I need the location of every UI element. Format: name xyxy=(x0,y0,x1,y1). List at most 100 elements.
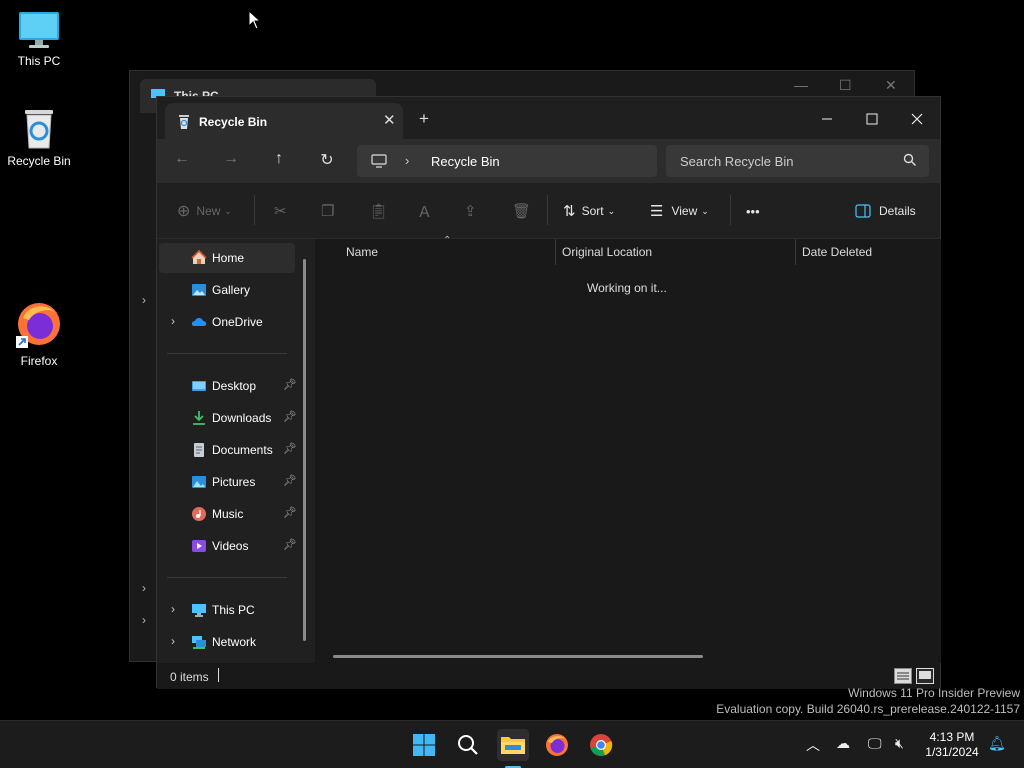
sidebar-item-label: Desktop xyxy=(212,379,257,393)
chevron-down-icon: ⌄ xyxy=(607,205,616,216)
file-explorer-button[interactable] xyxy=(497,729,529,768)
close-button[interactable] xyxy=(894,105,940,133)
details-view-icon[interactable] xyxy=(894,668,912,684)
search-button[interactable] xyxy=(452,729,484,761)
back-arrow-icon[interactable]: ← xyxy=(169,150,195,172)
pin-icon[interactable]: 📌︎ xyxy=(283,410,297,423)
monitor-icon xyxy=(192,604,206,617)
divider xyxy=(167,577,287,578)
desktop-icon-firefox[interactable]: Firefox xyxy=(0,300,78,368)
address-bar[interactable]: › Recycle Bin xyxy=(357,145,657,177)
paste-icon[interactable]: 📋︎ xyxy=(369,201,388,221)
minimize-button[interactable] xyxy=(804,105,850,133)
desktop-icon-label: This PC xyxy=(17,54,61,68)
details-button[interactable]: Details xyxy=(855,201,916,221)
sidebar-item-label: Home xyxy=(212,251,245,265)
close-icon[interactable]: ✕ xyxy=(885,77,897,94)
sidebar-item-network[interactable]: › Network xyxy=(159,627,295,657)
refresh-icon[interactable]: ↻ xyxy=(314,150,340,172)
sidebar-item-pictures[interactable]: Pictures 📌︎ xyxy=(159,467,297,497)
column-divider[interactable] xyxy=(795,239,796,265)
firefox-button[interactable] xyxy=(541,729,573,761)
network-status-icon[interactable]: 🖵︎ xyxy=(868,735,882,752)
firefox-icon xyxy=(16,303,60,348)
horizontal-scrollbar[interactable] xyxy=(333,655,703,658)
more-options-button[interactable]: ••• xyxy=(746,201,760,221)
start-button[interactable] xyxy=(408,729,440,761)
sort-label: Sort xyxy=(581,204,604,218)
chevron-right-icon[interactable]: › xyxy=(405,153,409,168)
volume-muted-icon[interactable]: 🔇︎ xyxy=(895,735,904,752)
sidebar-item-desktop[interactable]: Desktop 📌︎ xyxy=(159,371,297,401)
sort-icon: ⇅ xyxy=(563,203,576,220)
delete-icon[interactable]: 🗑︎ xyxy=(512,201,531,221)
minimize-icon[interactable]: — xyxy=(794,77,808,93)
pin-icon[interactable]: 📌︎ xyxy=(283,506,297,519)
cloud-offline-icon[interactable]: ☁ xyxy=(836,735,850,752)
firefox-icon xyxy=(546,734,568,756)
notification-bell-icon[interactable]: 🔔︎ xyxy=(988,735,1006,752)
pin-icon[interactable]: 📌︎ xyxy=(283,474,297,487)
gallery-icon xyxy=(192,284,206,296)
column-divider[interactable] xyxy=(555,239,556,265)
chevron-right-icon[interactable]: › xyxy=(171,634,175,648)
desktop-icon-recycle-bin[interactable]: Recycle Bin xyxy=(0,106,78,168)
desktop-icon-this-pc[interactable]: This PC xyxy=(0,10,78,68)
chevron-up-icon[interactable]: ︿ xyxy=(806,735,820,755)
folder-icon xyxy=(501,737,525,754)
forward-arrow-icon[interactable]: → xyxy=(218,150,244,172)
sidebar-item-videos[interactable]: Videos 📌︎ xyxy=(159,531,297,561)
close-tab-icon[interactable]: ✕ xyxy=(383,111,396,129)
sidebar-item-label: Videos xyxy=(212,539,249,553)
new-tab-button[interactable]: + xyxy=(419,109,429,129)
up-arrow-icon[interactable]: ↑ xyxy=(266,150,292,172)
sidebar-item-gallery[interactable]: Gallery xyxy=(159,275,295,305)
pin-icon[interactable]: 📌︎ xyxy=(283,538,297,551)
cut-icon[interactable]: ✂ xyxy=(274,201,287,221)
column-header-original-location[interactable]: Original Location xyxy=(562,245,652,259)
rename-icon[interactable]: Ａ xyxy=(417,201,432,221)
plus-circle-icon: ⊕ xyxy=(177,203,191,220)
sidebar-item-music[interactable]: Music 📌︎ xyxy=(159,499,297,529)
sidebar-item-this-pc[interactable]: › This PC xyxy=(159,595,295,625)
new-button[interactable]: ⊕ New ⌄ xyxy=(177,201,232,221)
sidebar-item-onedrive[interactable]: › OneDrive xyxy=(159,307,295,337)
maximize-button[interactable] xyxy=(849,105,895,133)
system-clock[interactable]: 4:13 PM 1/31/2024 xyxy=(912,730,992,760)
breadcrumb-recycle-bin[interactable]: Recycle Bin xyxy=(431,154,500,169)
tiles-view-icon[interactable] xyxy=(916,668,934,684)
search-input[interactable]: Search Recycle Bin xyxy=(666,145,929,177)
chevron-down-icon: ⌄ xyxy=(224,205,232,216)
chevron-right-icon[interactable]: › xyxy=(171,602,175,616)
document-icon xyxy=(194,443,204,457)
explorer-window-recycle-bin[interactable]: Recycle Bin ✕ + ← → ↑ ↻ › Recycle Bin Se… xyxy=(156,96,941,689)
sidebar-item-downloads[interactable]: Downloads 📌︎ xyxy=(159,403,297,433)
chevron-right-icon[interactable]: › xyxy=(171,314,175,328)
music-icon xyxy=(192,507,206,521)
sidebar-item-documents[interactable]: Documents 📌︎ xyxy=(159,435,297,465)
navigation-pane-scrollbar[interactable] xyxy=(303,259,306,641)
maximize-icon[interactable]: ☐ xyxy=(839,77,852,94)
share-icon[interactable]: ⇪ xyxy=(464,201,477,221)
chrome-button[interactable] xyxy=(585,729,617,761)
title-bar[interactable]: Recycle Bin ✕ + xyxy=(157,97,940,139)
new-label: New xyxy=(196,204,221,218)
pin-icon[interactable]: 📌︎ xyxy=(283,378,297,391)
details-label: Details xyxy=(879,204,916,218)
pictures-icon xyxy=(192,476,206,488)
column-header-name[interactable]: Name xyxy=(346,245,378,259)
sidebar-item-label: OneDrive xyxy=(212,315,263,329)
sidebar-item-home[interactable]: Home xyxy=(159,243,295,273)
view-button[interactable]: ☰ View ⌄ xyxy=(650,201,709,221)
tab-recycle-bin[interactable]: Recycle Bin ✕ xyxy=(165,103,403,139)
close-icon xyxy=(911,113,923,125)
pin-icon[interactable]: 📌︎ xyxy=(283,442,297,455)
column-header-date-deleted[interactable]: Date Deleted xyxy=(802,245,872,259)
divider xyxy=(547,195,548,225)
desktop-icon-label: Firefox xyxy=(20,354,58,368)
sort-button[interactable]: ⇅ Sort ⌄ xyxy=(563,201,615,221)
windows-logo-icon xyxy=(413,734,435,756)
chevron-down-icon: ⌄ xyxy=(701,205,709,216)
sidebar-item-label: Downloads xyxy=(212,411,272,425)
copy-icon[interactable]: ❐ xyxy=(321,201,334,221)
